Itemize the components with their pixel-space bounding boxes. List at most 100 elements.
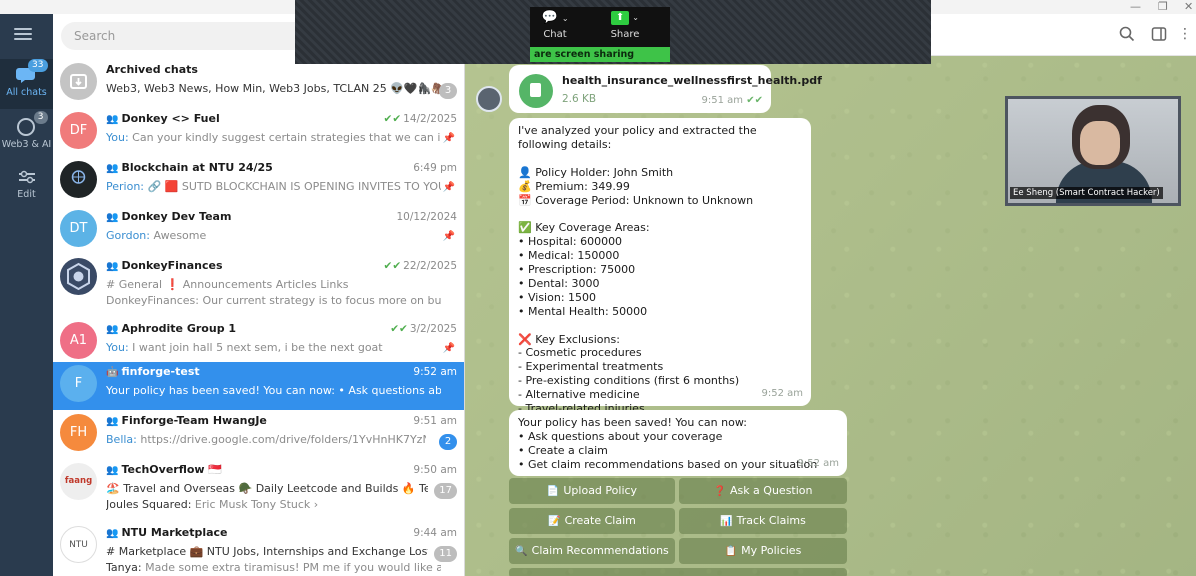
message-line: - Cosmetic procedures (518, 346, 642, 360)
file-name: health_insurance_wellnessfirst_health.pd… (562, 74, 822, 87)
chat-time: 9:51 am (413, 415, 457, 427)
chat-item-archived[interactable]: Archived chats Web3, Web3 News, How Min,… (53, 60, 465, 108)
memo-icon: 📝 (548, 516, 561, 527)
menu-icon[interactable] (14, 28, 32, 40)
chat-topics: 🏖️ Travel and Overseas 🪖 Daily Leetcode … (106, 482, 428, 495)
message-line (518, 207, 802, 221)
message-line (518, 152, 802, 166)
avatar (60, 161, 97, 198)
close-icon[interactable]: ✕ (1184, 0, 1193, 13)
group-icon: 👥 (106, 416, 119, 427)
saved-message: Your policy has been saved! You can now:… (509, 410, 847, 476)
maximize-icon[interactable]: ❐ (1158, 0, 1168, 13)
chat-time: 9:52 am (413, 366, 457, 378)
message-text: I've analyzed your policy and extracted … (518, 124, 802, 416)
group-icon: 👥 (106, 324, 119, 335)
folder-all-chats[interactable]: 33 All chats (0, 59, 53, 109)
chat-preview: https://drive.google.com/drive/folders/1… (140, 433, 426, 446)
share-button[interactable]: ⬆ ⌄ Share (600, 7, 650, 40)
document-icon: 📄 (546, 486, 560, 497)
chat-item[interactable]: DF 👥 Donkey <> Fuel ✔✔ 14/2/2025 You: Can … (53, 109, 465, 157)
user-avatar (476, 86, 502, 112)
chat-preview: 🔗 🟥 SUTD BLOCKCHAIN IS OPENING INVITES T… (147, 180, 442, 193)
folder-icon: 3 (16, 111, 48, 137)
chat-title: Finforge-Team HwangJe (121, 414, 267, 427)
chat-time: 10/12/2024 (396, 211, 457, 223)
message-line: 📅 Coverage Period: Unknown to Unknown (518, 193, 754, 207)
chat-item-selected[interactable]: F 🤖 finforge-test 9:52 am Your policy has… (53, 362, 465, 410)
chats-icon: 33 (15, 59, 48, 85)
message-text: Your policy has been saved! You can now:… (518, 416, 838, 472)
track-claims-button[interactable]: 📊 Track Claims (679, 508, 847, 534)
avatar: DF (60, 112, 97, 149)
chat-sender: DonkeyFinances: (106, 294, 199, 307)
file-size: 2.6 KB (562, 93, 597, 105)
chat-preview: Our current strategy is to focus more on… (202, 294, 441, 307)
file-icon[interactable] (519, 74, 553, 108)
avatar (60, 258, 97, 295)
claim-recommendations-button[interactable]: 🔍 Claim Recommendations (509, 538, 675, 564)
analysis-message: I've analyzed your policy and extracted … (509, 118, 811, 415)
group-icon: 👥 (106, 465, 119, 476)
unread-count: 17 (434, 483, 457, 499)
message-line: • Prescription: 75000 (518, 263, 636, 277)
chat-title: Aphrodite Group 1 (121, 322, 237, 335)
pin-icon: 📌 (442, 182, 455, 193)
ask-question-button[interactable]: ❓ Ask a Question (679, 478, 847, 504)
chat-item[interactable]: 👥 Blockchain at NTU 24/25 6:49 pm Perion:… (53, 158, 465, 206)
chat-list-panel: Search Archived chats Web3, Web3 News, H… (53, 14, 465, 576)
pin-icon: 📌 (442, 231, 455, 242)
message-line (518, 319, 802, 333)
unread-badge: 33 (28, 59, 48, 72)
keyboard-row-partial[interactable] (509, 568, 847, 576)
chat-item[interactable]: faang 👥 TechOverflow 🇸🇬 9:50 am 🏖️ Travel… (53, 460, 465, 524)
avatar: DT (60, 210, 97, 247)
chat-item[interactable]: FH 👥 Finforge-Team HwangJe 9:51 am Bella:… (53, 411, 465, 459)
chat-title: Donkey Dev Team (121, 210, 232, 223)
create-claim-button[interactable]: 📝 Create Claim (509, 508, 675, 534)
minimize-icon[interactable]: — (1130, 0, 1141, 13)
chart-icon: 📊 (720, 516, 733, 527)
message-line: • Mental Health: 50000 (518, 304, 648, 318)
message-line: - Pre-existing conditions (first 6 month… (518, 374, 740, 388)
message-line: - Alternative medicine (518, 388, 640, 402)
message-line: • Ask questions about your coverage (518, 429, 723, 443)
folder-edit[interactable]: Edit (0, 161, 53, 211)
unread-count: 2 (439, 434, 457, 450)
video-label: Ee Sheng (Smart Contract Hacker) (1010, 187, 1163, 199)
video-feed[interactable]: Ee Sheng (Smart Contract Hacker) (1005, 96, 1181, 206)
group-icon: 👥 (106, 528, 119, 539)
message-line: - Experimental treatments (518, 360, 664, 374)
read-ticks-icon: ✔✔ (383, 113, 402, 125)
more-options-icon[interactable]: ⋮ (1177, 26, 1193, 42)
chat-title: NTU Marketplace (121, 526, 228, 539)
file-message[interactable]: health_insurance_wellnessfirst_health.pd… (509, 65, 822, 113)
question-icon: ❓ (713, 486, 726, 497)
chat-button[interactable]: 💬 ⌄ Chat (530, 7, 580, 40)
chat-item[interactable]: 👥 DonkeyFinances ✔✔ 22/2/2025 # General ❗ … (53, 256, 465, 320)
message-line: ✅ Key Coverage Areas: (518, 221, 650, 235)
sidebar-toggle-icon[interactable] (1151, 26, 1167, 42)
unread-count: 11 (434, 546, 457, 562)
chat-sender: You: (106, 131, 129, 144)
chat-time: 9:50 am (413, 464, 457, 476)
read-ticks-icon: ✔✔ (746, 95, 763, 107)
my-policies-button[interactable]: 📋 My Policies (679, 538, 847, 564)
sliders-icon (16, 167, 38, 187)
folder-web3-ai[interactable]: 3 Web3 & AI (0, 111, 53, 161)
avatar: NTU (60, 526, 97, 563)
avatar: FH (60, 414, 97, 451)
chat-item[interactable]: NTU 👥 NTU Marketplace 9:44 am # Marketpla… (53, 523, 465, 576)
upload-policy-button[interactable]: 📄 Upload Policy (509, 478, 675, 504)
chat-topics: # General ❗ Announcements Articles Links (106, 278, 349, 291)
archive-icon (60, 63, 97, 100)
message-line: ❌ Key Exclusions: (518, 332, 620, 346)
message-line: 💰 Premium: 349.99 (518, 179, 630, 193)
chat-item[interactable]: DT 👥 Donkey Dev Team 10/12/2024 Gordon: A… (53, 207, 465, 255)
message-line: 👤 Policy Holder: John Smith (518, 165, 674, 179)
avatar: faang (60, 463, 97, 500)
chat-item[interactable]: A1 👥 Aphrodite Group 1 ✔✔ 3/2/2025 You: I … (53, 319, 465, 367)
chat-sender: Perion: (106, 180, 144, 193)
search-icon[interactable] (1119, 26, 1135, 42)
chat-topics: # Marketplace 💼 NTU Jobs, Internships an… (106, 545, 428, 558)
